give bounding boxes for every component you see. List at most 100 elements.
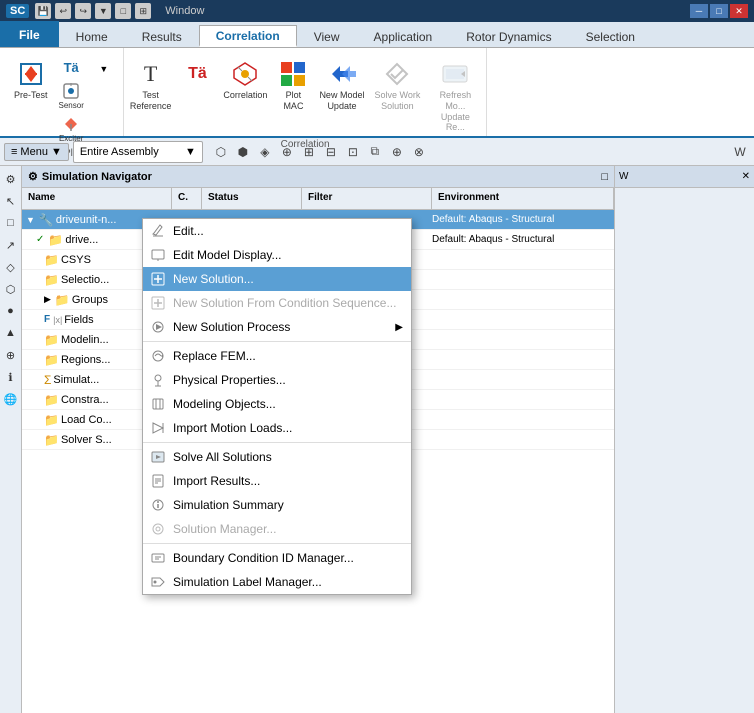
redo-icon[interactable]: ↪	[75, 3, 91, 19]
ctx-new-solution-condition-label: New Solution From Condition Sequence...	[173, 296, 403, 310]
submenu-arrow-icon: ▶	[395, 322, 403, 333]
menu-arrow-icon: ▼	[51, 146, 62, 158]
filter8-icon[interactable]: ⧉	[365, 142, 385, 162]
filter10-icon[interactable]: ⊗	[409, 142, 429, 162]
ctx-new-solution-process[interactable]: New Solution Process ▶	[143, 315, 411, 339]
correlation-button[interactable]: Correlation	[219, 56, 271, 103]
close-button[interactable]: ✕	[730, 4, 748, 18]
ctx-import-motion[interactable]: Import Motion Loads...	[143, 416, 411, 440]
filter1-icon[interactable]: ⬡	[211, 142, 231, 162]
tree-area: ▼ 🔧 driveunit-n... Default: Abaqus - Str…	[22, 210, 614, 713]
ctx-solution-manager-label: Solution Manager...	[173, 522, 403, 536]
ctx-solve-all[interactable]: Solve All Solutions	[143, 445, 411, 469]
col-c: C.	[172, 188, 202, 209]
tab-correlation[interactable]: Correlation	[199, 25, 297, 47]
toolbar: ≡ Menu ▼ Entire Assembly ▼ ⬡ ⬢ ◈ ⊕ ⊞ ⊟ ⊡…	[0, 138, 754, 166]
customize-icon[interactable]: ▼	[95, 3, 111, 19]
more1-button[interactable]: ▼	[91, 58, 117, 80]
filter9-icon[interactable]: ⊕	[387, 142, 407, 162]
tab-file[interactable]: File	[0, 21, 59, 47]
minimize-button[interactable]: ─	[690, 4, 708, 18]
tab-view[interactable]: View	[297, 25, 357, 47]
nav-gear-icon[interactable]: ⚙	[28, 170, 38, 183]
ctx-new-solution[interactable]: New Solution...	[143, 267, 411, 291]
window-title[interactable]: Window	[165, 5, 204, 17]
sidebar-arrow-icon[interactable]: ↗	[2, 236, 20, 254]
ta-button[interactable]: Tä	[56, 56, 87, 78]
pre-test-label: Pre-Test	[14, 90, 48, 101]
ribbon-group-correlation: T TestReference Tä Correlation	[124, 48, 487, 136]
sidebar-shape-icon[interactable]: ◇	[2, 258, 20, 276]
test-reference-button[interactable]: T TestReference	[126, 56, 176, 114]
sidebar-info-icon[interactable]: ℹ	[2, 368, 20, 386]
sidebar-settings-icon[interactable]: ⚙	[2, 170, 20, 188]
ctx-edit[interactable]: Edit...	[143, 219, 411, 243]
sidebar-solid-icon[interactable]: ●	[2, 302, 20, 320]
plot-mac-button[interactable]: PlotMAC	[273, 56, 313, 114]
nav-columns: Name C. Status Filter Environment	[22, 188, 614, 210]
exciter-button[interactable]: Exciter	[56, 113, 87, 144]
save-icon[interactable]: 💾	[35, 3, 51, 19]
sidebar-sim-icon[interactable]: ▲	[2, 324, 20, 342]
restore-button[interactable]: □	[710, 4, 728, 18]
ctx-modeling-objects[interactable]: Modeling Objects...	[143, 392, 411, 416]
menu-label: Menu	[20, 146, 48, 158]
tab-results[interactable]: Results	[125, 25, 199, 47]
window-icon[interactable]: ⊞	[135, 3, 151, 19]
sidebar-cursor-icon[interactable]: ↖	[2, 192, 20, 210]
ctx-edit-model-display[interactable]: Edit Model Display...	[143, 243, 411, 267]
ctx-new-solution-condition: New Solution From Condition Sequence...	[143, 291, 411, 315]
sidebar-globe-icon[interactable]: 🌐	[2, 390, 20, 408]
layout-icon[interactable]: □	[115, 3, 131, 19]
tab-rotor-dynamics[interactable]: Rotor Dynamics	[449, 25, 568, 47]
ribbon-tab-bar: File Home Results Correlation View Appli…	[0, 22, 754, 48]
ctx-import-results-label: Import Results...	[173, 474, 403, 488]
sim-summary-icon	[149, 496, 167, 514]
sensor-label: Sensor	[59, 101, 84, 110]
right-panel-close-icon[interactable]: ✕	[742, 171, 750, 182]
filter3-icon[interactable]: ◈	[255, 142, 275, 162]
tab-application[interactable]: Application	[357, 25, 450, 47]
ctx-sim-summary[interactable]: Simulation Summary	[143, 493, 411, 517]
filter2-icon[interactable]: ⬢	[233, 142, 253, 162]
tab-home[interactable]: Home	[59, 25, 125, 47]
toolbar-icon-group: ⬡ ⬢ ◈ ⊕ ⊞ ⊟ ⊡ ⧉ ⊕ ⊗	[211, 142, 429, 162]
filter5-icon[interactable]: ⊞	[299, 142, 319, 162]
correlation-icon	[229, 58, 261, 90]
ctx-sim-label-manager[interactable]: Simulation Label Manager...	[143, 570, 411, 594]
ctx-solve-all-label: Solve All Solutions	[173, 450, 403, 464]
ctx-bc-id-manager[interactable]: Boundary Condition ID Manager...	[143, 546, 411, 570]
filter7-icon[interactable]: ⊡	[343, 142, 363, 162]
sidebar-left: ⚙ ↖ □ ↗ ◇ ⬡ ● ▲ ⊕ ℹ 🌐	[0, 166, 22, 713]
ribbon-group-items-pretest: Pre-Test Tä Sensor	[10, 52, 117, 144]
assembly-dropdown[interactable]: Entire Assembly ▼	[73, 141, 203, 163]
sidebar-select-icon[interactable]: □	[2, 214, 20, 232]
new-solution-condition-icon	[149, 294, 167, 312]
filter6-icon[interactable]: ⊟	[321, 142, 341, 162]
physical-properties-icon	[149, 371, 167, 389]
ctx-import-results[interactable]: Import Results...	[143, 469, 411, 493]
ctx-physical-properties[interactable]: Physical Properties...	[143, 368, 411, 392]
ctx-modeling-objects-label: Modeling Objects...	[173, 397, 403, 411]
expand-icon[interactable]: W	[730, 142, 750, 162]
nav-restore-icon[interactable]: □	[601, 171, 608, 183]
solve-work-solution-button[interactable]: Solve WorkSolution	[370, 56, 424, 114]
sensor-button[interactable]: Sensor	[56, 80, 87, 111]
exciter-icon	[61, 114, 81, 134]
hamburger-icon: ≡	[11, 146, 17, 158]
filter4-icon[interactable]: ⊕	[277, 142, 297, 162]
tree-item-env-driveunit: Default: Abaqus - Structural	[432, 214, 614, 225]
refresh-button[interactable]: Refresh Mo...Update Re...	[426, 56, 484, 135]
main-area: ⚙ ↖ □ ↗ ◇ ⬡ ● ▲ ⊕ ℹ 🌐 ⚙ Simulation Navig…	[0, 166, 754, 713]
menu-button[interactable]: ≡ Menu ▼	[4, 143, 69, 161]
pre-test-button[interactable]: Pre-Test	[10, 56, 52, 103]
col-filter: Filter	[302, 188, 432, 209]
app-logo: SC	[6, 4, 29, 18]
ctx-replace-fem[interactable]: Replace FEM...	[143, 344, 411, 368]
ta-correlation-button[interactable]: Tä	[177, 56, 217, 92]
tab-selection[interactable]: Selection	[569, 25, 652, 47]
undo-icon[interactable]: ↩	[55, 3, 71, 19]
new-model-update-button[interactable]: New ModelUpdate	[315, 56, 368, 114]
sidebar-mesh-icon[interactable]: ⬡	[2, 280, 20, 298]
sidebar-add-icon[interactable]: ⊕	[2, 346, 20, 364]
